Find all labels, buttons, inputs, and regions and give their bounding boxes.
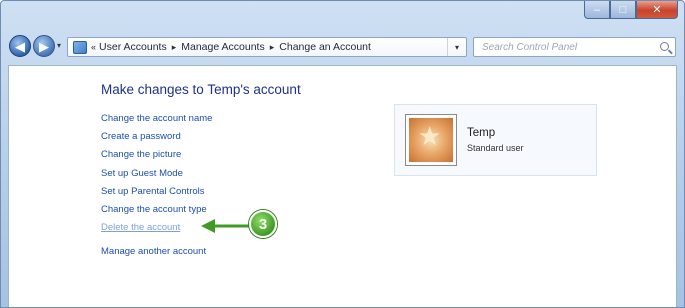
- breadcrumb-separator-icon[interactable]: ▸: [270, 42, 275, 53]
- breadcrumb-user-accounts[interactable]: User Accounts: [99, 41, 167, 53]
- delete-account-link[interactable]: Delete the account: [101, 219, 212, 237]
- callout-arrow-icon: [201, 219, 251, 233]
- set-up-parental-controls-link[interactable]: Set up Parental Controls: [101, 183, 212, 201]
- page-title: Make changes to Temp's account: [101, 82, 301, 97]
- minimize-button[interactable]: –: [584, 1, 610, 19]
- step-number-badge: 3: [249, 210, 277, 238]
- address-dropdown-icon[interactable]: ▾: [447, 38, 466, 56]
- caption-buttons: – □ ✕: [584, 1, 678, 19]
- forward-button[interactable]: ▶: [33, 35, 55, 57]
- breadcrumb-overflow-icon[interactable]: «: [91, 42, 96, 52]
- address-bar[interactable]: « User Accounts ▸ Manage Accounts ▸ Chan…: [67, 37, 467, 57]
- navigation-bar: ◀ ▶ ▾ « User Accounts ▸ Manage Accounts …: [1, 29, 684, 65]
- maximize-button[interactable]: □: [610, 1, 636, 19]
- starfish-icon: ★: [409, 118, 453, 162]
- change-account-name-link[interactable]: Change the account name: [101, 110, 212, 128]
- account-tile: ★ Temp Standard user: [394, 104, 597, 176]
- avatar: ★: [405, 114, 457, 166]
- control-panel-window: – □ ✕ ◀ ▶ ▾ « User Accounts ▸ Manage Acc…: [0, 0, 685, 308]
- search-input[interactable]: [480, 40, 654, 54]
- content-pane: Make changes to Temp's account Change th…: [8, 65, 677, 307]
- account-name: Temp: [467, 127, 496, 139]
- change-account-type-link[interactable]: Change the account type: [101, 201, 212, 219]
- star-shape: ★: [418, 121, 442, 151]
- search-box[interactable]: [473, 37, 676, 57]
- breadcrumb-change-an-account[interactable]: Change an Account: [279, 41, 371, 53]
- create-password-link[interactable]: Create a password: [101, 128, 212, 146]
- close-button[interactable]: ✕: [636, 1, 678, 19]
- breadcrumb-manage-accounts[interactable]: Manage Accounts: [181, 41, 264, 53]
- search-icon[interactable]: [660, 42, 669, 51]
- manage-another-account-link[interactable]: Manage another account: [101, 246, 206, 257]
- recent-pages-chevron-icon[interactable]: ▾: [57, 41, 61, 50]
- account-type: Standard user: [467, 143, 524, 153]
- control-panel-icon: [73, 40, 87, 54]
- title-bar: – □ ✕: [1, 1, 684, 29]
- set-up-guest-mode-link[interactable]: Set up Guest Mode: [101, 165, 212, 183]
- back-button[interactable]: ◀: [9, 35, 31, 57]
- change-picture-link[interactable]: Change the picture: [101, 146, 212, 164]
- task-links: Change the account name Create a passwor…: [101, 110, 212, 237]
- breadcrumb-separator-icon[interactable]: ▸: [172, 42, 177, 53]
